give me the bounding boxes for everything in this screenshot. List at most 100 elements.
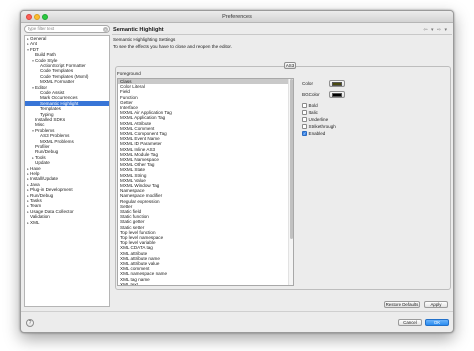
enabled-label: Enabled — [308, 131, 326, 136]
list-item[interactable]: XML tag name — [118, 277, 288, 282]
list-item[interactable]: MXML ID Parameter — [118, 141, 288, 146]
bgcolor-picker-button[interactable] — [329, 91, 345, 98]
ok-button[interactable]: OK — [425, 319, 449, 326]
tree-item-label: Usage Data Collector — [30, 208, 74, 214]
tree-item-label: Code Templates — [40, 68, 74, 74]
list-item[interactable]: MXML Window Tag — [118, 183, 288, 188]
filter-input[interactable]: type filter text × — [24, 25, 110, 33]
tree-item[interactable]: ▸XML — [25, 220, 109, 225]
list-item[interactable]: XML text — [118, 282, 288, 285]
history-navigation-icons[interactable]: ⇦ ▾ ⇨ ▾ — [423, 27, 448, 33]
list-item[interactable]: Class — [118, 79, 288, 85]
help-icon[interactable]: ? — [26, 319, 34, 327]
list-item[interactable]: MXML Attribute — [118, 121, 288, 126]
list-item[interactable]: XML namespace name — [118, 271, 288, 276]
color-label: Color — [302, 81, 313, 86]
preferences-tree[interactable]: ▸General ▸Ant ▾FDT Build Path ▾Code Style Act… — [24, 35, 110, 307]
page-header: Semantic Highlight ⇦ ▾ ⇨ ▾ — [112, 25, 452, 35]
list-item[interactable]: Interface — [118, 105, 288, 110]
list-item[interactable]: MXML Air Application Tag — [118, 110, 288, 115]
list-item[interactable]: Function — [118, 95, 288, 100]
list-scrollbar[interactable] — [288, 79, 293, 285]
color-picker-button[interactable] — [329, 80, 345, 87]
tree-item-label: FDT — [30, 46, 39, 52]
list-item[interactable]: Static getter — [118, 219, 288, 224]
list-item[interactable]: Color Literal — [118, 84, 288, 89]
bgcolor-swatch — [332, 93, 342, 97]
bold-label: Bold — [308, 103, 318, 108]
list-item[interactable]: XML CDATA tag — [118, 245, 288, 250]
filter-placeholder: type filter text — [28, 26, 55, 31]
apply-button[interactable]: Apply — [424, 301, 448, 308]
list-item[interactable]: Static setter — [118, 225, 288, 230]
color-swatch — [332, 82, 342, 86]
tree-item-label: Validation — [30, 214, 50, 220]
clear-filter-icon[interactable]: × — [103, 27, 108, 32]
tree-item-label: AS3 Problems — [40, 133, 70, 139]
list-item[interactable]: Static field — [118, 209, 288, 214]
tree-item-label: Update — [35, 160, 50, 166]
list-item[interactable]: Top level function — [118, 230, 288, 235]
preferences-navigation: type filter text × ▸General ▸Ant ▾FDT Build… — [24, 25, 110, 309]
list-item[interactable]: MXML State — [118, 167, 288, 172]
list-item[interactable]: Top level namespace — [118, 235, 288, 240]
underline-label: Underline — [308, 117, 329, 122]
tree-item-label: Semantic Highlight — [40, 100, 79, 106]
list-item[interactable]: Namespace modifier — [118, 193, 288, 198]
list-item[interactable]: XML attribute value — [118, 261, 288, 266]
strikethrough-label: Strikethrough — [308, 124, 336, 129]
cancel-button[interactable]: Cancel — [398, 319, 422, 326]
foreground-label: Foreground — [117, 71, 141, 76]
italic-checkbox[interactable]: Italic — [302, 109, 318, 116]
list-item[interactable]: Setter — [118, 204, 288, 209]
tree-item-label: MXML Formatter — [40, 79, 75, 85]
restore-defaults-button[interactable]: Restore Defaults — [384, 301, 420, 308]
checkmark-icon[interactable]: ✓ — [302, 131, 307, 136]
preferences-window: Preferences type filter text × ▸General ▸… — [20, 10, 454, 333]
scrollbar-thumb[interactable] — [290, 79, 293, 239]
underline-checkbox[interactable]: Underline — [302, 116, 328, 123]
checkbox-box[interactable] — [302, 110, 307, 115]
list-item[interactable]: MXML Component Tag — [118, 131, 288, 136]
list-item[interactable]: MXML String — [118, 173, 288, 178]
list-item[interactable]: Regular expression — [118, 199, 288, 204]
tree-item-label: Profiler — [35, 144, 50, 149]
tree-item-label: Help — [30, 171, 40, 176]
list-item[interactable]: Top level variable — [118, 240, 288, 245]
list-item[interactable]: Getter — [118, 100, 288, 105]
strikethrough-checkbox[interactable]: Strikethrough — [302, 123, 336, 130]
list-item[interactable]: MXML Inline AS3 — [118, 147, 288, 152]
checkbox-box[interactable] — [302, 117, 307, 122]
tree-item-label: Editor — [35, 84, 48, 90]
list-item[interactable]: MXML Application Tag — [118, 115, 288, 120]
tree-item-label: Installed SDKs — [35, 117, 66, 122]
list-item[interactable]: MXML Comment — [118, 126, 288, 131]
tree-item-label: Ant — [30, 41, 37, 47]
list-item[interactable]: MXML Event Name — [118, 136, 288, 141]
tree-item-label: Java — [30, 181, 40, 187]
section-description: To see the effects you have to close and… — [113, 44, 232, 49]
tree-item-label: Plug-in Development — [30, 187, 73, 193]
checkbox-box[interactable] — [302, 103, 307, 108]
tab-as3[interactable]: AS3 — [284, 62, 296, 69]
list-item[interactable]: MXML Other Tag — [118, 162, 288, 167]
list-item[interactable]: Static function — [118, 214, 288, 219]
list-item[interactable]: MXML Value — [118, 178, 288, 183]
list-item[interactable]: MXML Namespace — [118, 157, 288, 162]
window-title: Preferences — [222, 14, 252, 20]
list-item[interactable]: XML attribute name — [118, 256, 288, 261]
checkbox-box[interactable] — [302, 124, 307, 129]
highlight-elements-list[interactable]: XML text XML tag name XML namespace name XM… — [117, 78, 294, 286]
tree-item-label: Code Templates (Mxml) — [40, 73, 89, 79]
list-item[interactable]: MXML Module Tag — [118, 152, 288, 157]
enabled-checkbox[interactable]: ✓ Enabled — [302, 130, 325, 137]
tree-item-label: Code Assist — [40, 90, 65, 95]
tree-item-label: Run/Debug — [35, 149, 59, 155]
list-item[interactable]: XML comment — [118, 266, 288, 271]
list-item[interactable]: Field — [118, 89, 288, 94]
list-item[interactable]: XML attribute — [118, 251, 288, 256]
tree-item-label: General — [30, 36, 47, 41]
bold-checkbox[interactable]: Bold — [302, 102, 318, 109]
list-item[interactable]: Namespace — [118, 188, 288, 193]
page-title: Semantic Highlight — [113, 27, 164, 33]
